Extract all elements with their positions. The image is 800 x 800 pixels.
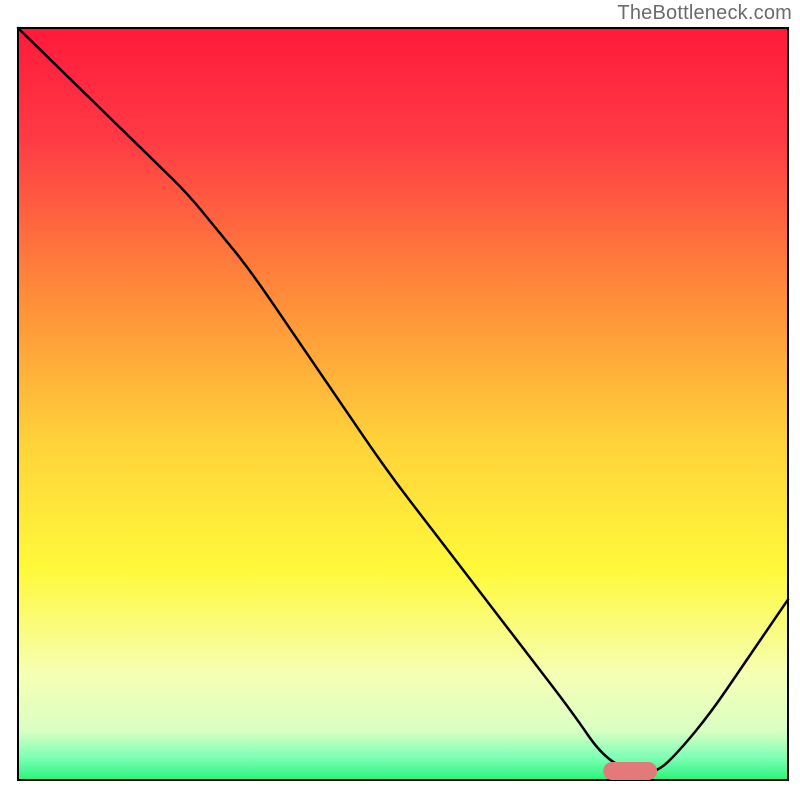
chart-frame: TheBottleneck.com	[0, 0, 800, 800]
bottleneck-plot	[0, 0, 800, 800]
optimal-marker	[603, 762, 657, 780]
